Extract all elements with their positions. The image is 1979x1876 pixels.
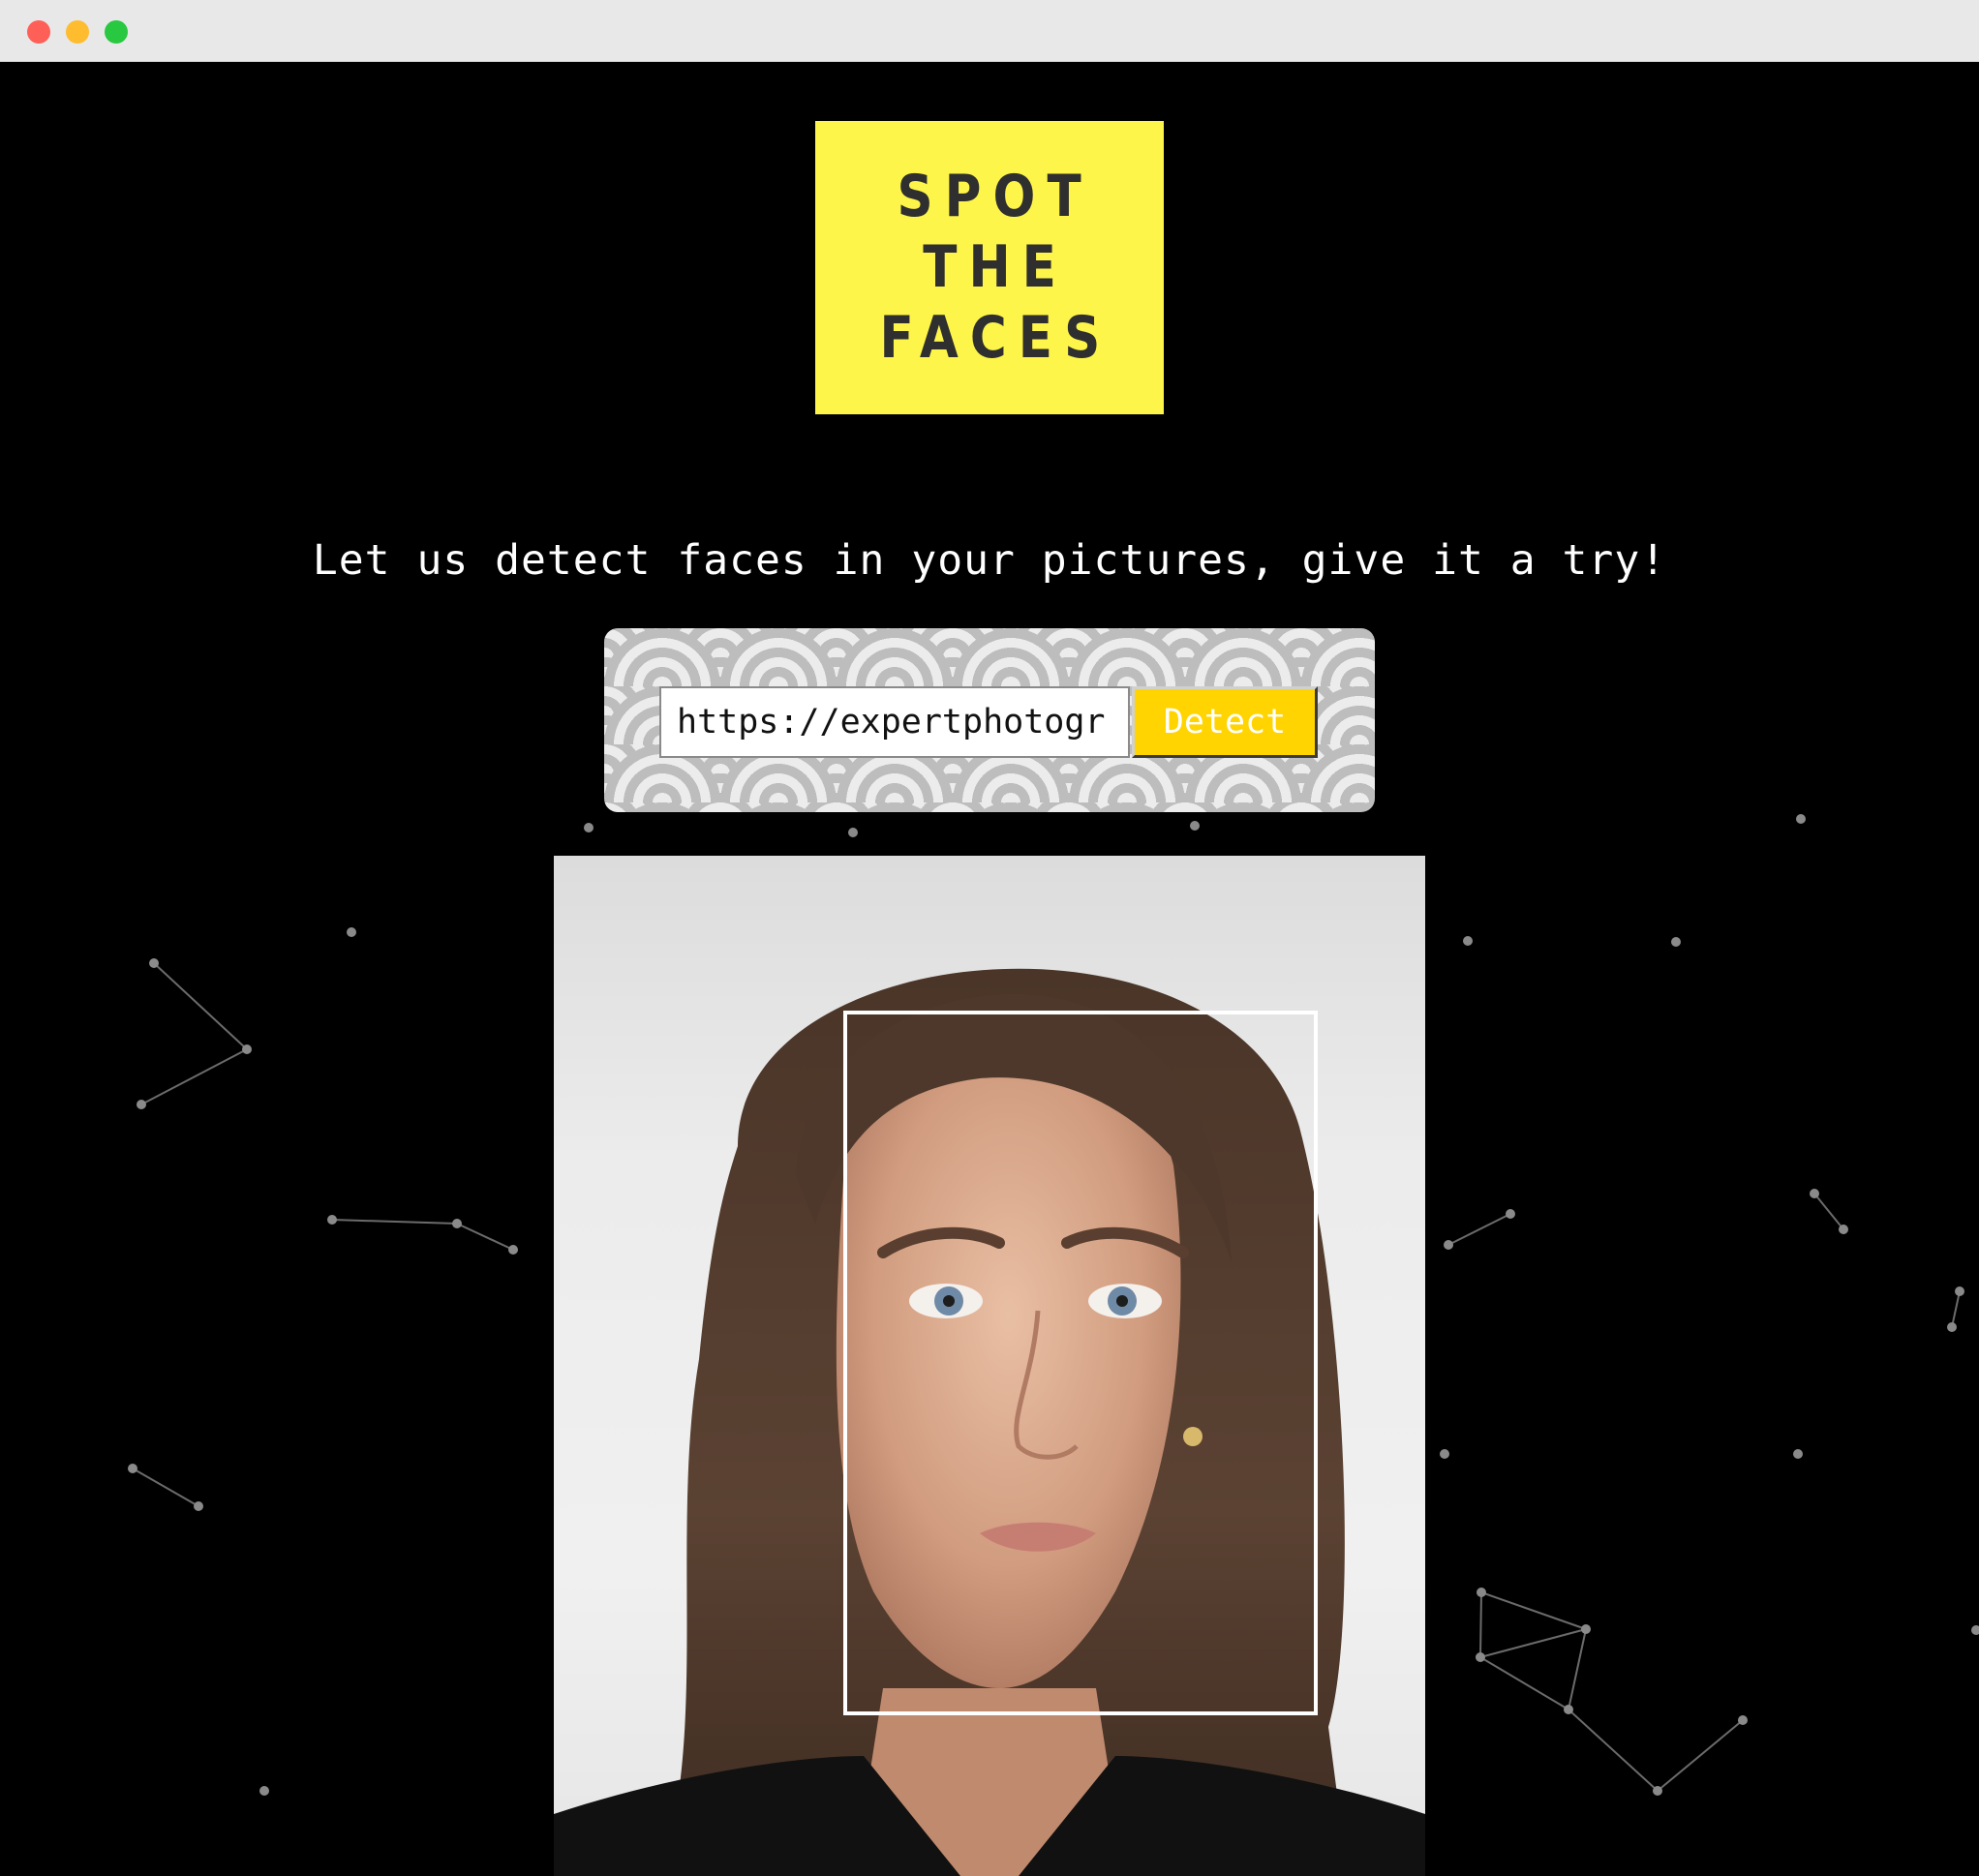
maximize-window-button[interactable] [105, 20, 128, 44]
minimize-window-button[interactable] [66, 20, 89, 44]
particle-dot [452, 1219, 462, 1228]
result-photo [554, 856, 1425, 1876]
particle-dot [1190, 821, 1200, 831]
particle-dot [1839, 1225, 1848, 1234]
particle-dot [128, 1464, 137, 1473]
particle-dot [1440, 1449, 1449, 1459]
particle-dot [1955, 1286, 1964, 1296]
particle-dot [1810, 1189, 1819, 1198]
page-content: SPOT THE FACES Let us detect faces in yo… [0, 62, 1979, 1876]
logo-line-3: FACES [879, 304, 1111, 372]
particle-dot [1477, 1588, 1486, 1597]
detect-button[interactable]: Detect [1132, 686, 1318, 758]
particle-dot [1793, 1449, 1803, 1459]
particle-link [1447, 1213, 1511, 1246]
particle-link [153, 962, 248, 1050]
particle-dot [194, 1501, 203, 1511]
particle-dot [508, 1245, 518, 1255]
particle-dot [1653, 1786, 1662, 1796]
particle-dot [1463, 936, 1473, 946]
particle-link [1568, 1709, 1659, 1792]
particle-dot [327, 1215, 337, 1225]
particle-link [1951, 1290, 1961, 1328]
particle-dot [1738, 1715, 1748, 1725]
particle-dot [584, 823, 594, 832]
particle-dot [1476, 1652, 1485, 1662]
particle-dot [137, 1100, 146, 1109]
particle-link [1657, 1719, 1744, 1792]
particle-dot [242, 1044, 252, 1054]
logo-line-1: SPOT [897, 163, 1094, 230]
particle-link [331, 1219, 458, 1225]
particle-dot [259, 1786, 269, 1796]
window-titlebar [0, 0, 1979, 62]
particle-link [456, 1223, 514, 1251]
tagline: Let us detect faces in your pictures, gi… [312, 536, 1667, 585]
image-url-form: Detect [604, 628, 1375, 812]
logo-line-2: THE [923, 233, 1068, 301]
particle-link [1479, 1656, 1569, 1710]
particle-dot [1506, 1209, 1515, 1219]
particle-dot [1444, 1240, 1453, 1250]
particle-dot [848, 828, 858, 837]
particle-link [1480, 1591, 1587, 1630]
particle-link [1813, 1193, 1844, 1230]
particle-link [1479, 1628, 1587, 1658]
particle-dot [1971, 1625, 1979, 1635]
particle-link [1568, 1628, 1587, 1710]
particle-link [132, 1468, 199, 1507]
image-url-input[interactable] [659, 686, 1130, 758]
particle-link [140, 1048, 248, 1105]
face-bounding-box [843, 1011, 1318, 1715]
close-window-button[interactable] [27, 20, 50, 44]
spot-the-faces-logo: SPOT THE FACES [815, 121, 1164, 414]
particle-dot [1671, 937, 1681, 947]
particle-dot [347, 927, 356, 937]
browser-window: SPOT THE FACES Let us detect faces in yo… [0, 0, 1979, 1876]
particle-dot [1564, 1705, 1573, 1714]
particle-link [1479, 1591, 1482, 1658]
particle-dot [149, 958, 159, 968]
particle-dot [1581, 1624, 1591, 1634]
particle-dot [1796, 814, 1806, 824]
particle-dot [1947, 1322, 1957, 1332]
